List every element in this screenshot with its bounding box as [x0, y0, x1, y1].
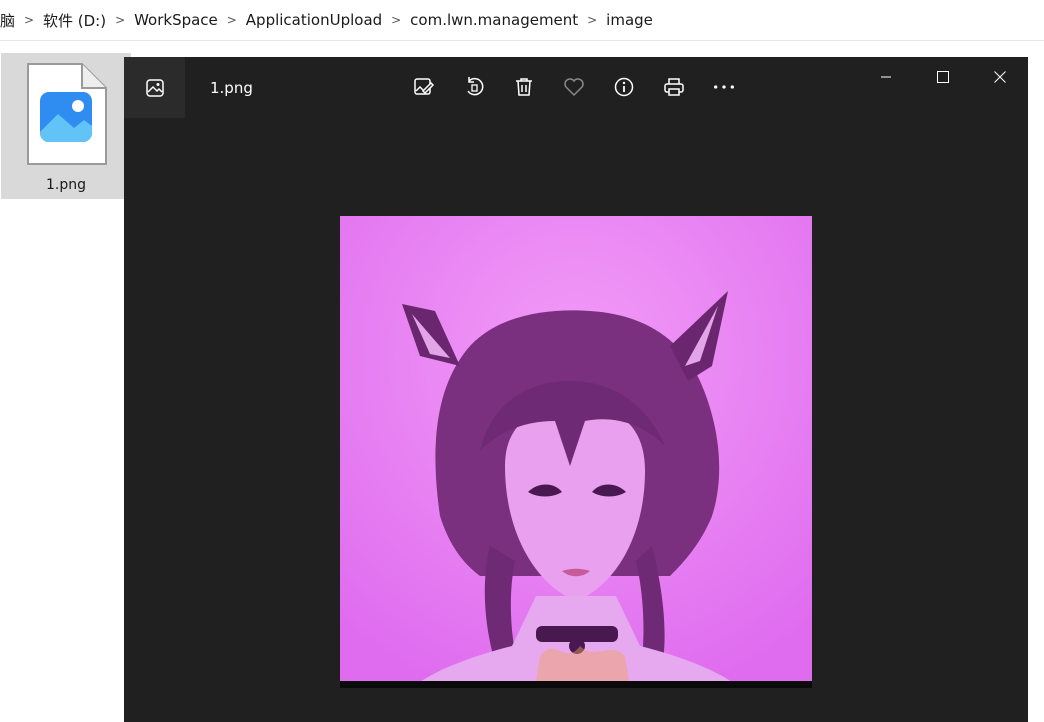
breadcrumb-item[interactable]: com.lwn.management [406, 11, 582, 29]
file-item[interactable]: 1.png [1, 53, 131, 199]
breadcrumb: 脑 > 软件 (D:) > WorkSpace > ApplicationUpl… [0, 0, 1044, 41]
more-button[interactable] [712, 75, 736, 99]
maximize-icon [936, 71, 949, 83]
rotate-button[interactable] [462, 75, 486, 99]
maximize-button[interactable] [914, 57, 971, 97]
minimize-button[interactable] [857, 57, 914, 97]
minimize-icon [880, 76, 891, 78]
image-file-icon [27, 63, 107, 165]
info-button[interactable] [612, 75, 636, 99]
photos-viewer-window: 1.png [124, 57, 1028, 722]
viewer-title: 1.png [210, 79, 253, 97]
viewer-toolbar [412, 75, 736, 99]
close-button[interactable] [971, 57, 1028, 97]
edit-image-icon [414, 78, 435, 95]
file-name: 1.png [45, 177, 86, 193]
info-icon [614, 77, 634, 97]
displayed-photo [340, 216, 812, 688]
delete-icon [516, 78, 532, 96]
breadcrumb-item[interactable]: WorkSpace [130, 11, 222, 29]
photos-app-button[interactable] [124, 57, 185, 118]
favorite-button[interactable] [562, 75, 586, 99]
breadcrumb-item[interactable]: 脑 [0, 10, 19, 31]
rotate-icon [467, 77, 484, 96]
edit-image-button[interactable] [412, 75, 436, 99]
photos-app-icon [145, 78, 164, 97]
chevron-right-icon: > [115, 13, 126, 27]
close-icon [993, 71, 1006, 83]
breadcrumb-item[interactable]: 软件 (D:) [39, 10, 110, 31]
breadcrumb-item[interactable]: ApplicationUpload [242, 11, 386, 29]
print-icon [664, 78, 684, 96]
favorite-icon [564, 78, 584, 97]
more-icon [714, 85, 734, 89]
print-button[interactable] [662, 75, 686, 99]
delete-button[interactable] [512, 75, 536, 99]
window-controls [857, 57, 1028, 97]
chevron-right-icon: > [587, 13, 598, 27]
chevron-right-icon: > [391, 13, 402, 27]
chevron-right-icon: > [226, 13, 237, 27]
chevron-right-icon: > [23, 13, 35, 27]
photo-bottom-edge [340, 681, 812, 688]
breadcrumb-item[interactable]: image [602, 11, 657, 29]
